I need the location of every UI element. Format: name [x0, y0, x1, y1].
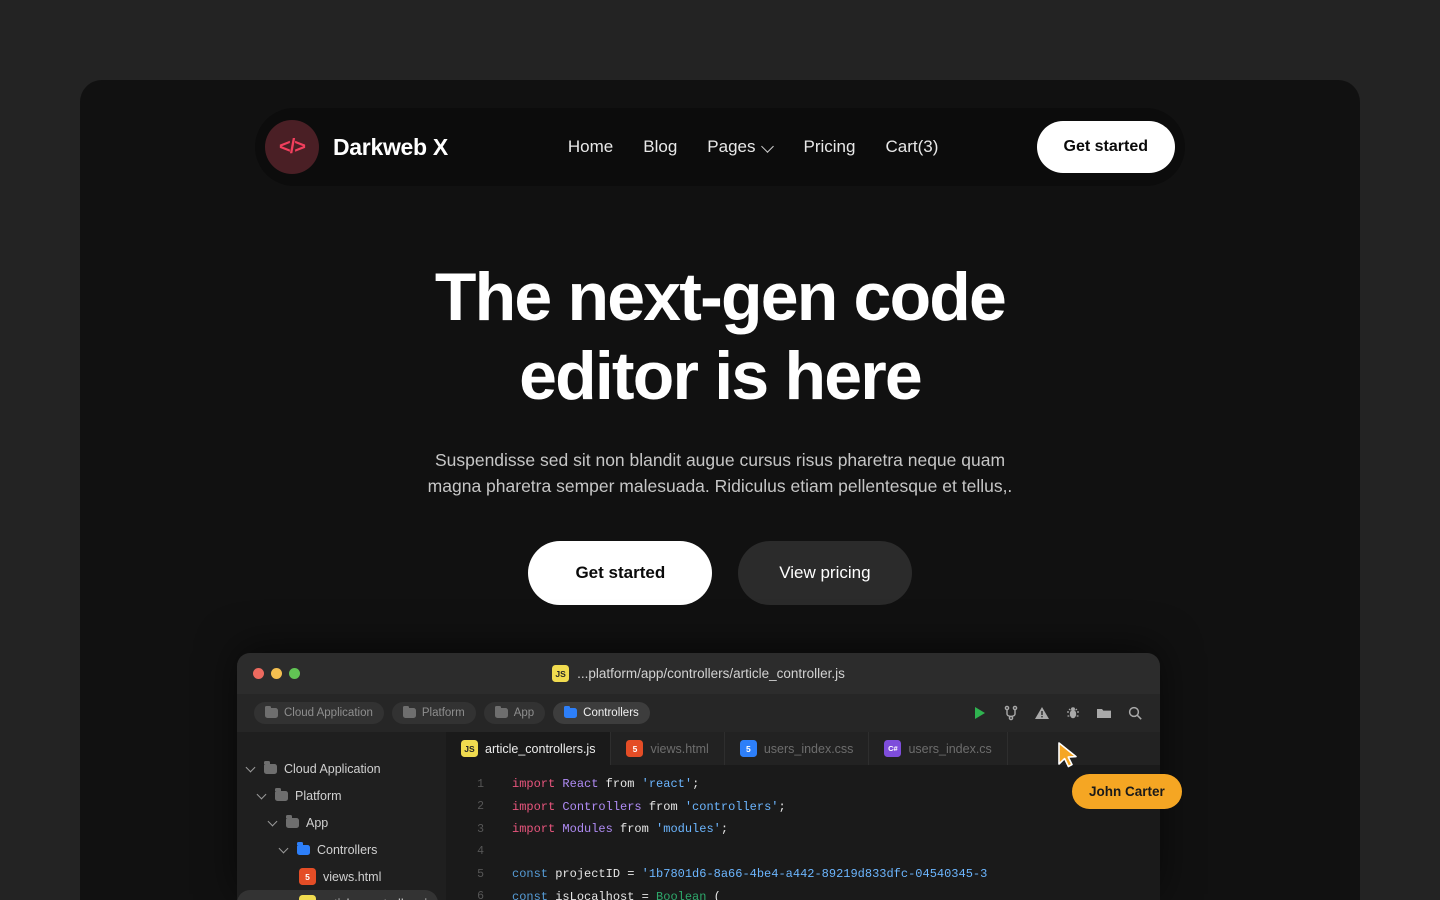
editor-main: JS article_controllers.js 5 views.html 5…	[446, 732, 1160, 900]
code-line: 2 import Controllers from 'controllers';	[446, 796, 1160, 819]
editor-file-path-text: ...platform/app/controllers/article_cont…	[577, 666, 845, 681]
csharp-file-icon: C#	[884, 740, 902, 757]
line-number: 4	[477, 845, 484, 859]
hero-title-line-1: The next-gen code	[434, 259, 1007, 335]
breadcrumb-label: App	[513, 707, 535, 719]
search-icon[interactable]	[1127, 705, 1143, 721]
hero-buttons: Get started View pricing	[80, 541, 1360, 605]
tree-item-article-controllers-js[interactable]: JS article_controllers.js	[237, 890, 438, 900]
line-number: 6	[477, 890, 484, 900]
tab-label: article_controllers.js	[485, 741, 596, 756]
breadcrumb: Cloud Application Platform App Controlle…	[254, 702, 650, 724]
js-file-icon: JS	[461, 740, 478, 757]
warning-icon[interactable]	[1034, 705, 1050, 721]
tree-item-label: Controllers	[317, 842, 378, 857]
tab-article-controllers-js[interactable]: JS article_controllers.js	[446, 732, 612, 765]
line-number: 5	[477, 867, 484, 881]
folder-icon	[564, 705, 578, 718]
tree-item-label: Platform	[295, 788, 342, 803]
tab-label: users_index.css	[763, 741, 854, 756]
run-icon[interactable]	[972, 705, 988, 721]
tab-users-index-cs[interactable]: C# users_index.cs	[869, 732, 1008, 765]
tree-item-label: Cloud Application	[284, 761, 381, 776]
editor-titlebar: JS ...platform/app/controllers/article_c…	[237, 653, 1160, 694]
code-line-text: import Controllers from 'controllers';	[512, 799, 786, 814]
tab-views-html[interactable]: 5 views.html	[611, 732, 725, 765]
folder-icon	[264, 761, 277, 774]
breadcrumb-label: Platform	[421, 707, 465, 719]
collaborator-name-badge: John Carter	[1072, 774, 1182, 809]
hero-view-pricing-button[interactable]: View pricing	[738, 541, 912, 605]
breadcrumb-label: Controllers	[583, 707, 639, 719]
tree-item-platform[interactable]: Platform	[237, 782, 438, 809]
page-title: The next-gen code editor is here	[80, 258, 1360, 416]
editor-tool-icons	[972, 705, 1143, 721]
screen: </> Darkweb X Home Blog Pages Pricing Ca…	[0, 0, 1440, 900]
tree-item-label: App	[306, 815, 329, 830]
chevron-down-icon[interactable]	[257, 790, 268, 801]
tree-item-label: views.html	[323, 869, 382, 884]
tree-item-controllers[interactable]: Controllers	[237, 836, 438, 863]
line-number: 2	[477, 800, 484, 814]
hero-title-line-2: editor is here	[519, 338, 923, 414]
folder-icon	[297, 842, 310, 855]
code-line: 5 const projectID = '1b7801d6-8a66-4be4-a…	[446, 863, 1160, 886]
code-line-text: import Modules from 'modules';	[512, 822, 729, 837]
editor-file-path: JS ...platform/app/controllers/article_c…	[237, 665, 1160, 682]
js-file-icon: JS	[299, 895, 316, 900]
code-content[interactable]: 1 import React from 'react'; 2 import Contr…	[446, 765, 1160, 900]
code-line: 3 import Modules from 'modules';	[446, 818, 1160, 841]
css-file-icon: 5	[739, 740, 757, 757]
editor-body: Cloud Application Platform App Controlle…	[237, 732, 1160, 900]
tree-item-cloud-application[interactable]: Cloud Application	[237, 755, 438, 782]
hero-get-started-button[interactable]: Get started	[528, 541, 713, 605]
html-file-icon: 5	[299, 868, 316, 885]
chevron-down-icon[interactable]	[246, 763, 257, 774]
code-line-text: import React from 'react';	[512, 777, 700, 792]
line-number: 1	[477, 777, 484, 791]
git-branch-icon[interactable]	[1003, 705, 1019, 721]
editor-toolbar: Cloud Application Platform App Controlle…	[237, 694, 1160, 732]
code-line: 6 const isLocalhost = Boolean (	[446, 886, 1160, 900]
folder-icon[interactable]	[1096, 705, 1112, 721]
file-tree-sidebar: Cloud Application Platform App Controlle…	[237, 732, 446, 900]
breadcrumb-item-platform[interactable]: Platform	[391, 702, 476, 724]
breadcrumb-label: Cloud Application	[284, 707, 373, 719]
tree-item-views-html[interactable]: 5 views.html	[237, 863, 438, 890]
tree-item-app[interactable]: App	[237, 809, 438, 836]
breadcrumb-item-controllers[interactable]: Controllers	[553, 702, 650, 724]
tree-item-label: article_controllers.js	[323, 897, 433, 900]
debug-bug-icon[interactable]	[1065, 705, 1081, 721]
chevron-down-icon[interactable]	[279, 844, 290, 855]
folder-icon	[286, 815, 299, 828]
code-editor-window: JS ...platform/app/controllers/article_c…	[237, 653, 1160, 900]
js-file-icon: JS	[552, 665, 570, 682]
code-line-text: const projectID = '1b7801d6-8a66-4be4-a4…	[512, 867, 988, 882]
breadcrumb-item-app[interactable]: App	[483, 702, 546, 724]
code-line: 1 import React from 'react';	[446, 773, 1160, 796]
hero-section: The next-gen code editor is here Suspend…	[80, 80, 1360, 605]
html-file-icon: 5	[626, 740, 644, 757]
chevron-down-icon[interactable]	[268, 817, 279, 828]
code-line: 4	[446, 841, 1160, 864]
folder-icon	[265, 705, 278, 718]
tab-label: users_index.cs	[908, 741, 992, 756]
tab-users-index-css[interactable]: 5 users_index.css	[725, 732, 870, 765]
breadcrumb-item-cloud-application[interactable]: Cloud Application	[254, 702, 384, 724]
code-line-text: const isLocalhost = Boolean (	[512, 889, 721, 900]
editor-tabs: JS article_controllers.js 5 views.html 5…	[446, 732, 1160, 765]
collaborator-cursor-icon	[1058, 742, 1077, 768]
folder-icon	[402, 705, 416, 718]
hero-subtitle: Suspendisse sed sit non blandit augue cu…	[427, 450, 1013, 496]
line-number: 3	[477, 822, 484, 836]
folder-icon	[494, 705, 508, 718]
tab-label: views.html	[650, 741, 709, 756]
folder-icon	[275, 788, 288, 801]
